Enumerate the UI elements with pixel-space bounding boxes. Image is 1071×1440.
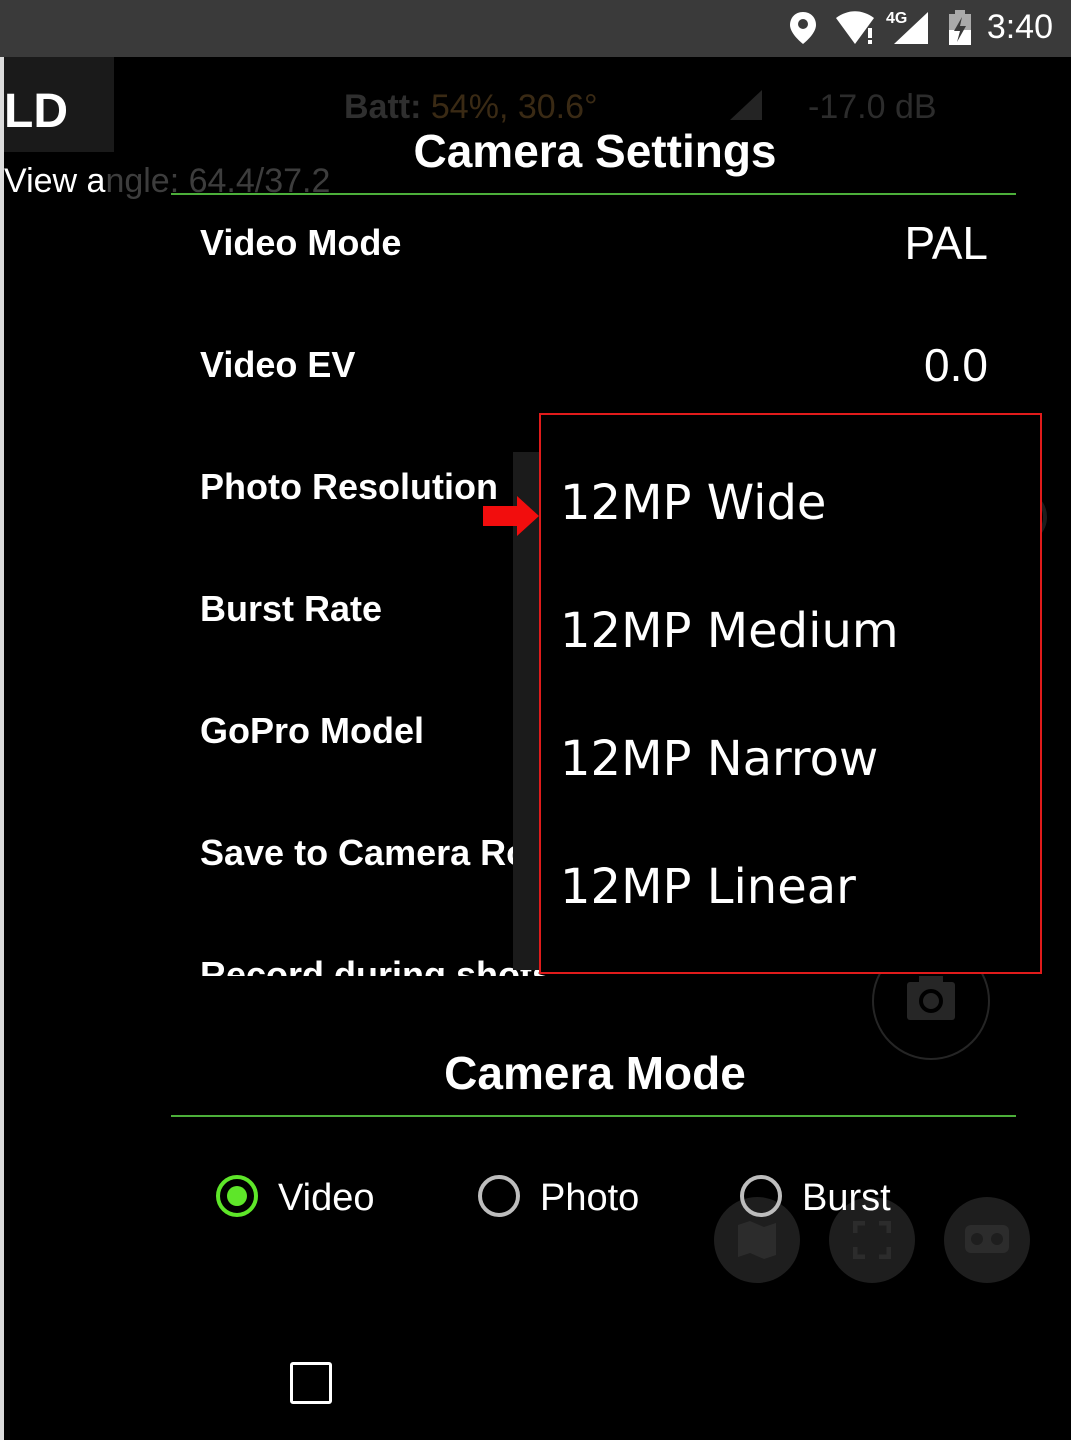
dropdown-option-12mp-narrow[interactable]: 12MP Narrow <box>560 731 878 787</box>
camera-mode-divider <box>171 1115 1016 1117</box>
status-bar: 4G 3:40 <box>0 0 1071 57</box>
dropdown-option-12mp-wide[interactable]: 12MP Wide <box>560 475 826 531</box>
setting-value: PAL <box>904 217 988 269</box>
setting-label: Save to Camera Ro <box>200 832 529 873</box>
camera-icon <box>907 976 955 1020</box>
setting-label: Video Mode <box>200 222 402 263</box>
fullscreen-icon <box>853 1221 891 1259</box>
cell-signal-icon <box>894 12 928 44</box>
setting-label: Record during shots <box>200 954 553 976</box>
map-icon <box>738 1221 776 1259</box>
camera-mode-title: Camera Mode <box>444 1047 746 1099</box>
radio-label: Video <box>278 1177 375 1219</box>
status-time: 3:40 <box>986 8 1053 46</box>
photo-resolution-dropdown[interactable]: 12MP Wide 12MP Medium 12MP Narrow 12MP L… <box>539 413 1042 974</box>
setting-label: Burst Rate <box>200 588 383 629</box>
dropdown-option-12mp-linear[interactable]: 12MP Linear <box>560 859 856 915</box>
red-arrow-icon <box>483 496 539 536</box>
radio-checked-icon <box>216 1175 258 1217</box>
radio-photo[interactable]: Photo <box>478 1175 678 1225</box>
hud-signal-value: -17.0 dB <box>808 88 937 126</box>
setting-label: Video EV <box>200 344 356 385</box>
hud-signal-icon <box>730 90 762 120</box>
camera-settings-title: Camera Settings <box>413 125 777 177</box>
hud-battery-value: 54%, 30.6° <box>430 88 598 126</box>
radio-unchecked-icon <box>478 1175 520 1217</box>
setting-row-video-mode[interactable]: Video Mode PAL <box>171 196 1016 318</box>
vr-headset-button[interactable] <box>944 1197 1030 1283</box>
dropdown-option-12mp-medium[interactable]: 12MP Medium <box>560 603 899 659</box>
left-edge-strip <box>0 57 4 1440</box>
location-pin-icon <box>790 12 816 44</box>
recents-square-icon[interactable] <box>290 1362 332 1404</box>
radio-unchecked-icon <box>740 1175 782 1217</box>
wifi-alert-icon <box>836 11 874 44</box>
setting-label: Photo Resolution <box>200 466 498 507</box>
radio-label: Burst <box>802 1177 891 1219</box>
battery-charging-icon <box>949 10 971 45</box>
radio-burst[interactable]: Burst <box>740 1175 940 1225</box>
vr-headset-icon <box>965 1225 1009 1253</box>
hud-battery-label: Batt: <box>344 88 422 126</box>
setting-label: GoPro Model <box>200 710 424 751</box>
settings-divider <box>171 193 1016 195</box>
radio-video[interactable]: Video <box>216 1175 416 1225</box>
radio-label: Photo <box>540 1177 640 1219</box>
hud-battery: Batt: 54%, 30.6° <box>344 88 598 127</box>
setting-value: 0.0 <box>924 339 988 391</box>
